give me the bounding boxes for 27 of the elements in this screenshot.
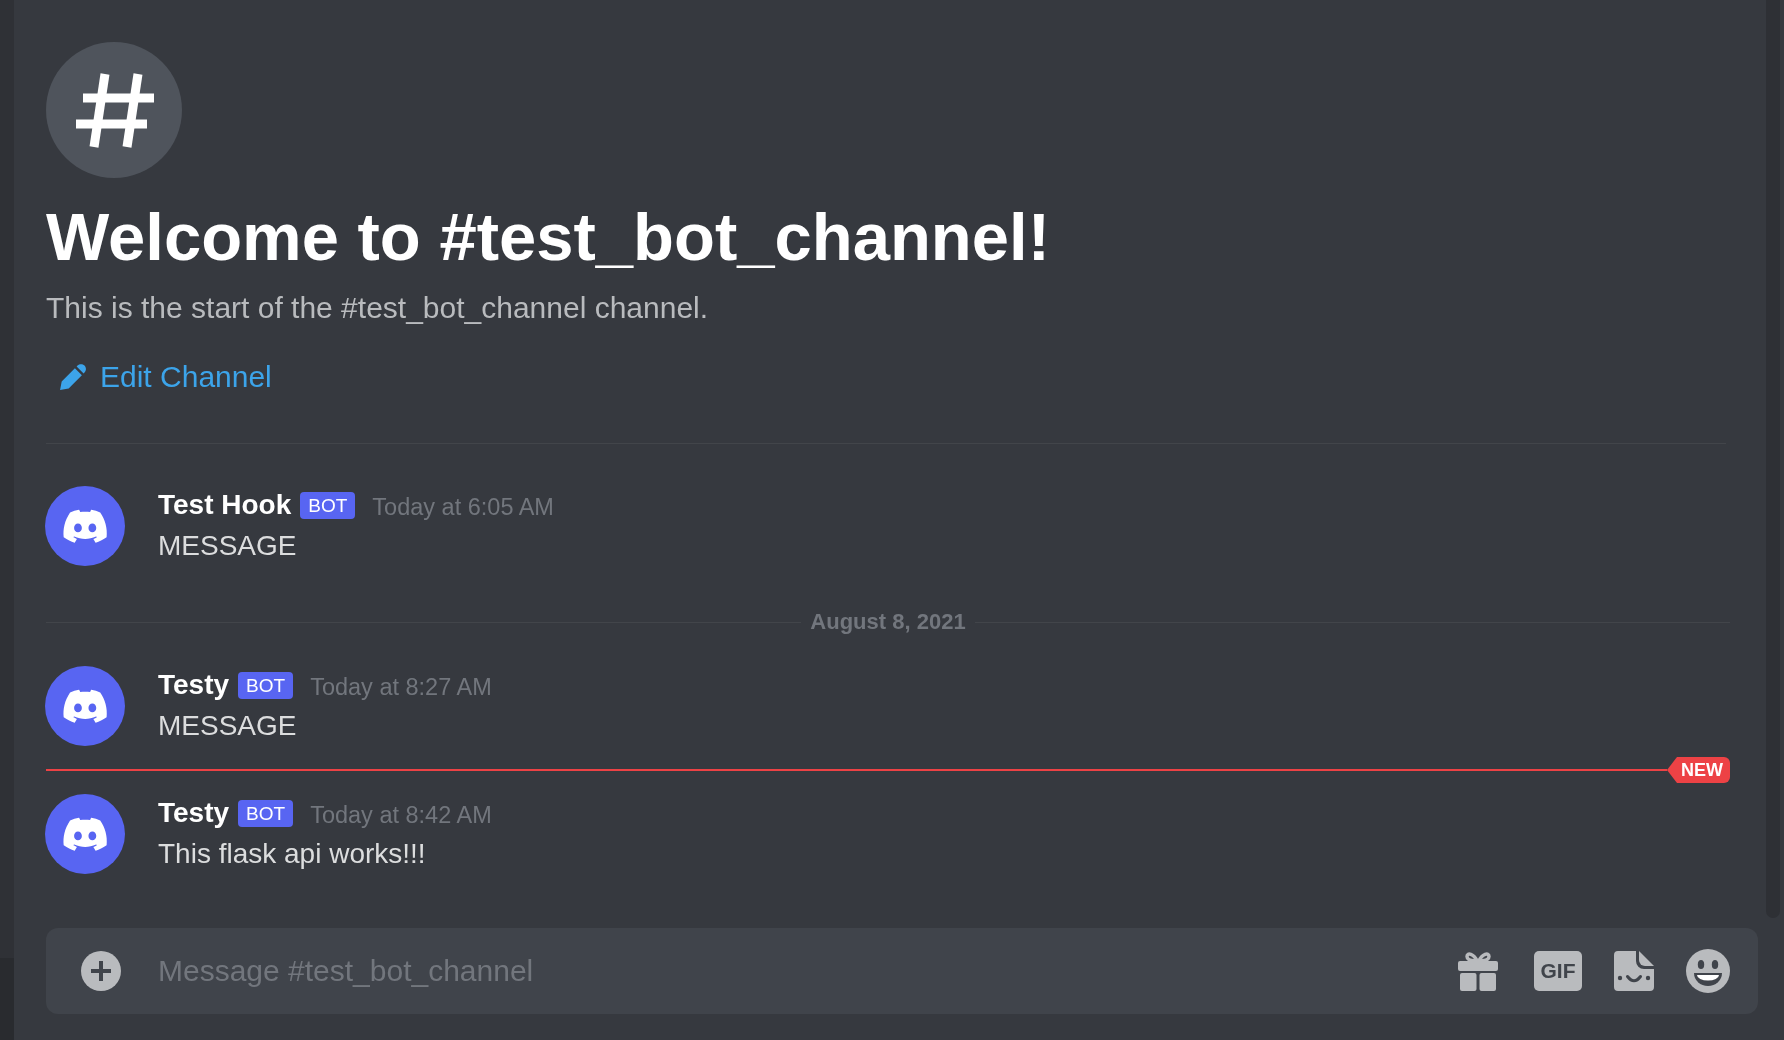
gif-button[interactable]: GIF xyxy=(1534,951,1582,991)
timestamp: Today at 6:05 AM xyxy=(372,493,554,521)
edit-channel-link[interactable]: Edit Channel xyxy=(60,359,272,395)
channel-description: This is the start of the #test_bot_channel channel. xyxy=(46,291,709,325)
message-text: This flask api works!!! xyxy=(158,837,426,871)
message-text: MESSAGE xyxy=(158,709,297,743)
message-text: MESSAGE xyxy=(158,529,297,563)
author-name[interactable]: Testy xyxy=(158,668,230,702)
gift-icon[interactable] xyxy=(1458,951,1498,991)
avatar-icon[interactable] xyxy=(45,486,125,566)
author-name[interactable]: Testy xyxy=(158,796,230,830)
plus-circle-icon[interactable] xyxy=(81,951,121,991)
bot-badge: BOT xyxy=(238,799,294,827)
hash-icon xyxy=(46,42,182,178)
date-label: August 8, 2021 xyxy=(810,610,966,634)
pencil-icon xyxy=(60,364,86,390)
welcome-title: Welcome to #test_bot_channel! xyxy=(46,199,1050,275)
timestamp: Today at 8:27 AM xyxy=(310,673,492,701)
emoji-icon[interactable] xyxy=(1686,949,1730,993)
bot-badge: BOT xyxy=(300,491,356,519)
bot-badge: BOT xyxy=(238,671,294,699)
timestamp: Today at 8:42 AM xyxy=(310,801,492,829)
avatar-icon[interactable] xyxy=(45,666,125,746)
new-badge: NEW xyxy=(1667,757,1730,783)
avatar-icon[interactable] xyxy=(45,794,125,874)
sticker-icon[interactable] xyxy=(1614,951,1654,991)
author-name[interactable]: Test Hook xyxy=(158,488,292,522)
